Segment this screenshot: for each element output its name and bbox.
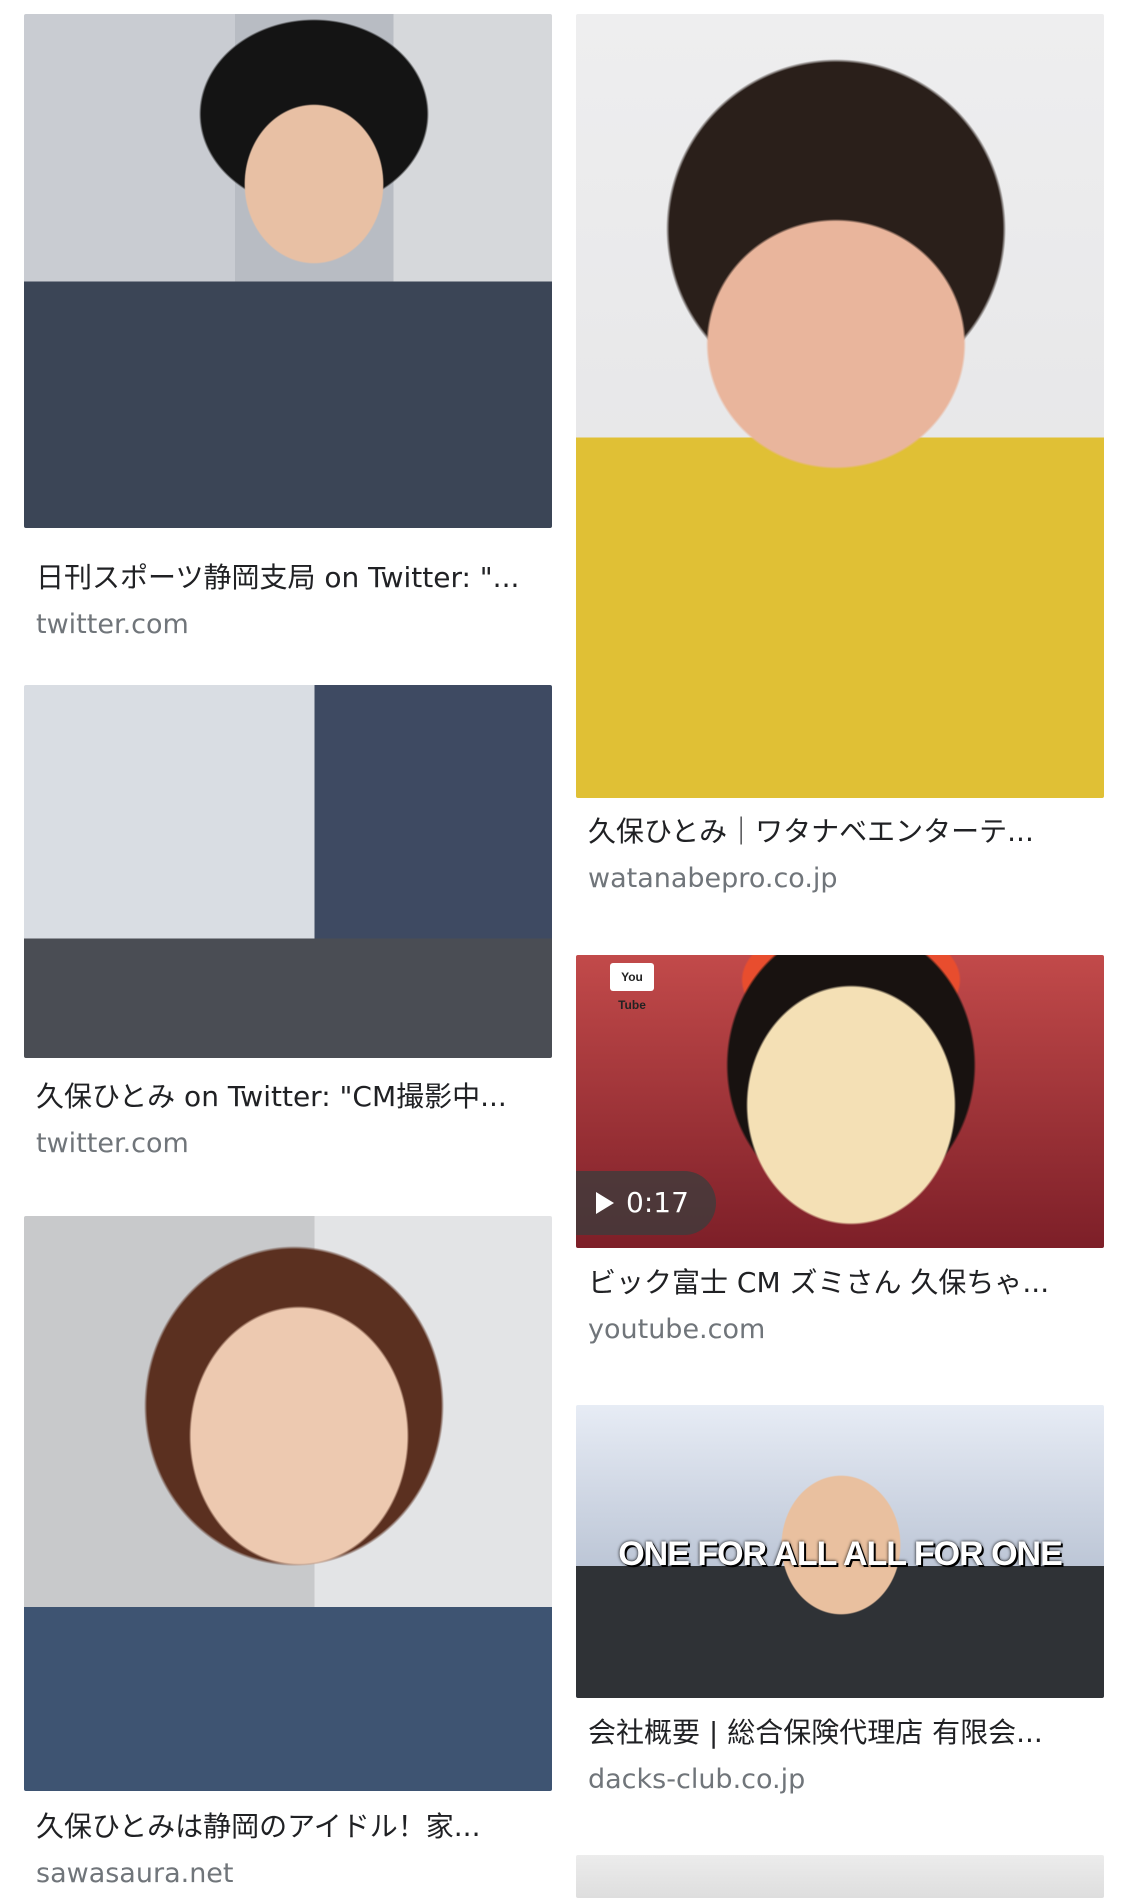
youtube-logo-icon: You Tube [610,963,654,1012]
result-domain: sawasaura.net [36,1858,234,1889]
result-thumbnail[interactable] [576,1855,1104,1898]
result-thumbnail[interactable] [24,1216,552,1791]
result-domain: dacks-club.co.jp [588,1764,806,1795]
result-title[interactable]: 久保ひとみ on Twitter: "CM撮影中... [36,1079,544,1115]
image-result-card[interactable]: ONE FOR ALL ALL FOR ONE 会社概要 | 総合保険代理店 有… [576,1405,1104,1795]
video-result-card[interactable]: You Tube 0:17 ビック富士 CM ズミさん 久保ちゃ... yout… [576,955,1104,1345]
image-result-card[interactable]: 日刊スポーツ静岡支局 on Twitter: "... twitter.com [24,14,552,640]
result-title[interactable]: 久保ひとみは静岡のアイドル！家... [36,1809,544,1845]
play-icon [596,1192,614,1214]
result-thumbnail[interactable]: ONE FOR ALL ALL FOR ONE [576,1405,1104,1698]
thumbnail-overlay-text: ONE FOR ALL ALL FOR ONE [618,1535,1063,1573]
result-title[interactable]: ビック富士 CM ズミさん 久保ちゃ... [588,1265,1096,1301]
result-title[interactable]: 久保ひとみ｜ワタナベエンターテ... [588,814,1096,850]
image-result-card[interactable]: 久保ひとみ on Twitter: "CM撮影中... twitter.com [24,685,552,1159]
result-thumbnail[interactable] [24,14,552,528]
result-thumbnail[interactable]: You Tube 0:17 [576,955,1104,1248]
result-domain: twitter.com [36,1128,189,1159]
result-domain: watanabepro.co.jp [588,863,838,894]
video-duration: 0:17 [626,1186,689,1219]
result-domain: twitter.com [36,609,189,640]
result-title[interactable]: 日刊スポーツ静岡支局 on Twitter: "... [36,560,544,596]
image-result-card[interactable] [576,1855,1104,1898]
video-duration-badge[interactable]: 0:17 [576,1171,716,1235]
result-title[interactable]: 会社概要 | 総合保険代理店 有限会... [588,1715,1096,1751]
image-result-card[interactable]: 久保ひとみ｜ワタナベエンターテ... watanabepro.co.jp [576,14,1104,894]
image-result-card[interactable]: 久保ひとみは静岡のアイドル！家... sawasaura.net [24,1216,552,1889]
result-domain: youtube.com [588,1314,766,1345]
result-thumbnail[interactable] [576,14,1104,798]
result-thumbnail[interactable] [24,685,552,1058]
